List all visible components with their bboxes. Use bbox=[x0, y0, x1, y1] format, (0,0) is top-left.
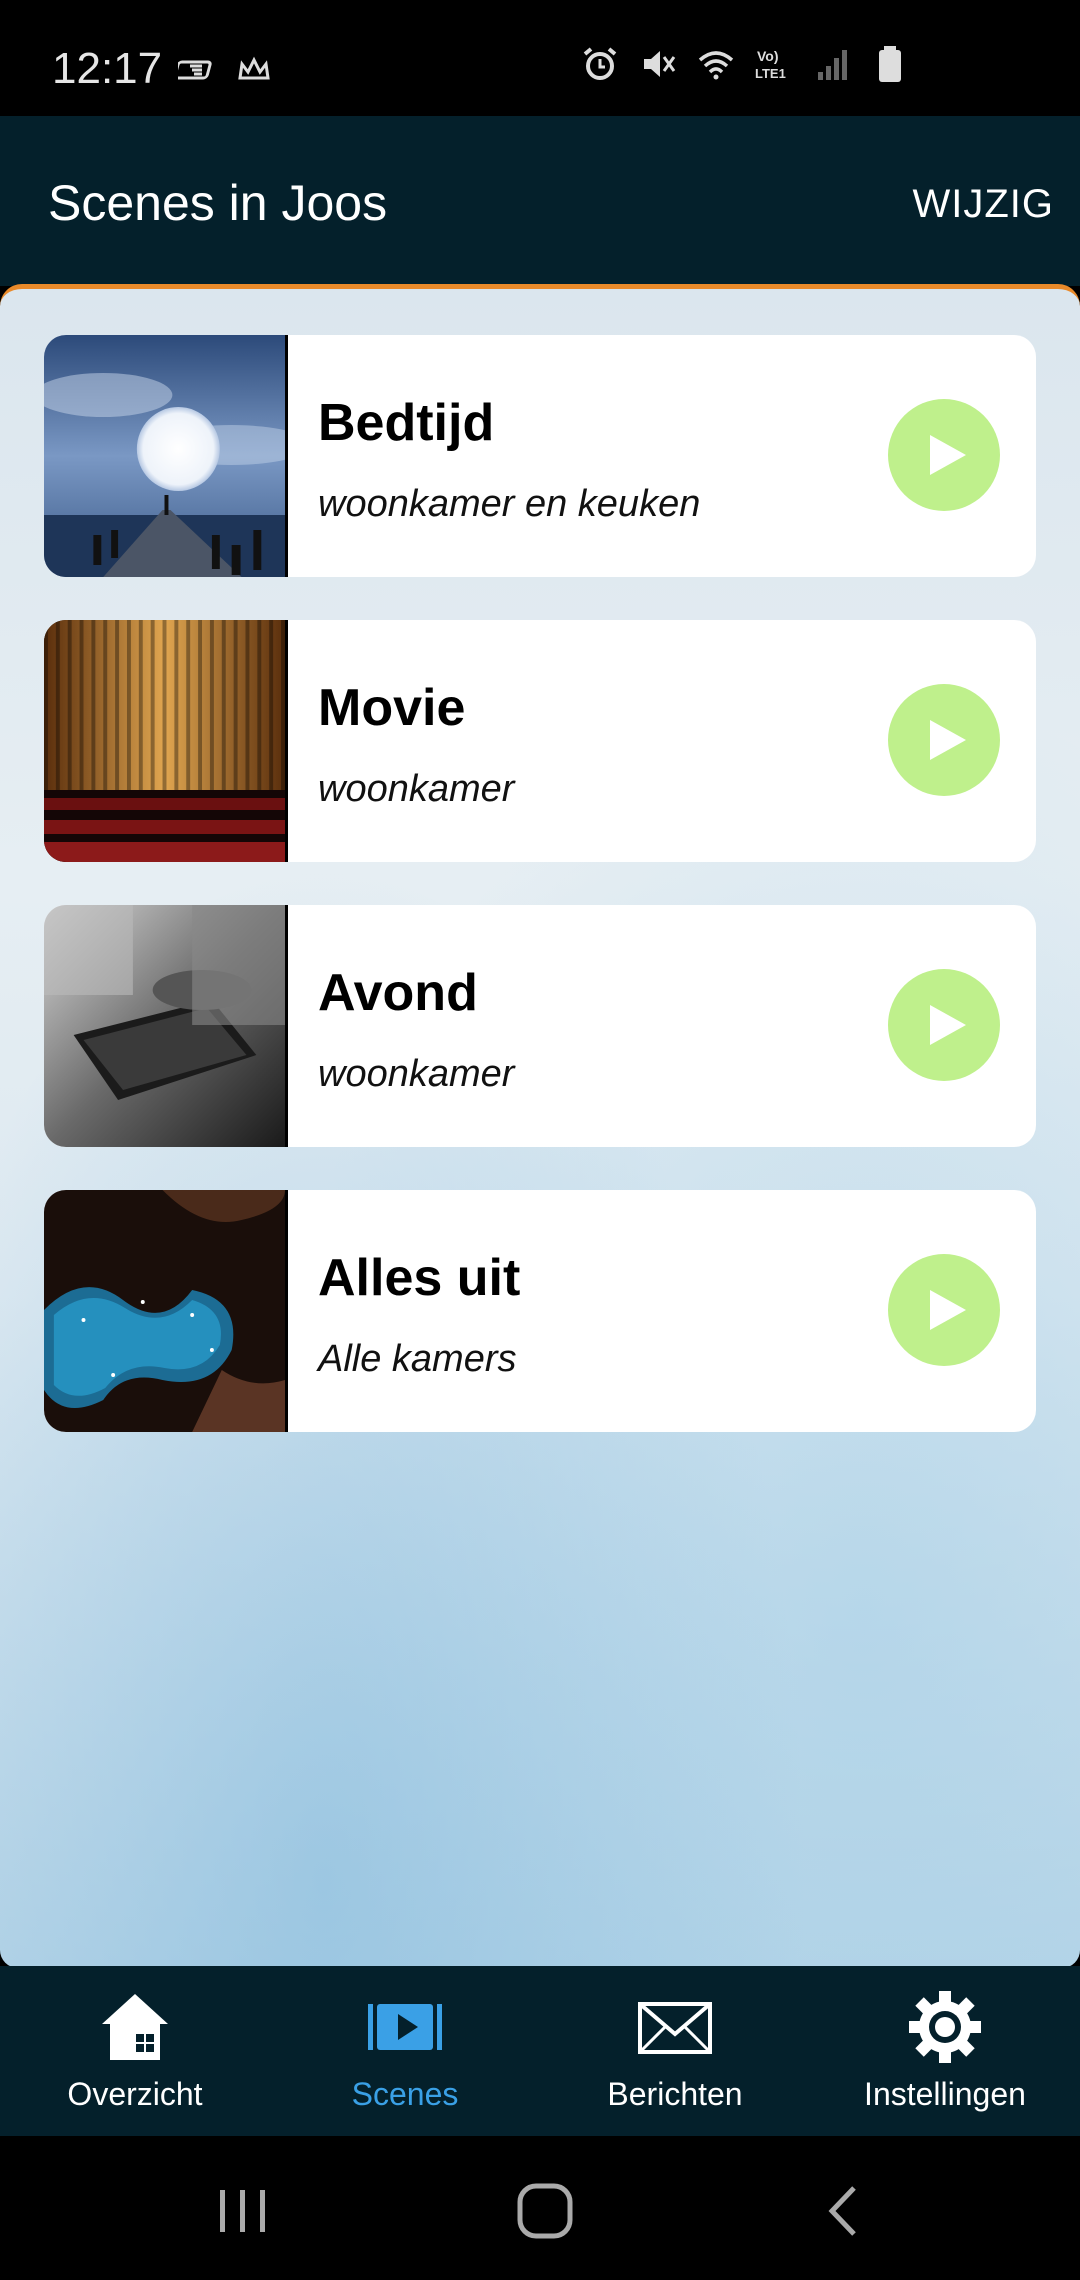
svg-text:LTE1: LTE1 bbox=[755, 66, 786, 81]
book-reading-image bbox=[44, 905, 288, 1147]
play-scene-button[interactable] bbox=[888, 684, 1000, 796]
recent-apps-icon[interactable] bbox=[208, 2176, 278, 2246]
scene-rooms: Alle kamers bbox=[318, 1338, 517, 1380]
scene-card-movie[interactable]: Movie woonkamer bbox=[44, 620, 1036, 862]
nav-scenes[interactable]: Scenes bbox=[270, 1966, 540, 2136]
home-icon bbox=[102, 1994, 168, 2060]
envelope-icon bbox=[638, 2002, 712, 2054]
svg-text:Vo): Vo) bbox=[757, 48, 779, 64]
bottom-navigation: Overzicht Scenes Berichten Instellingen bbox=[0, 1966, 1080, 2136]
scene-name: Alles uit bbox=[318, 1249, 521, 1307]
scene-name: Bedtijd bbox=[318, 394, 495, 452]
scene-rooms: woonkamer en keuken bbox=[318, 483, 701, 525]
volte-icon: Vo) LTE1 bbox=[755, 48, 786, 81]
scene-rooms: woonkamer bbox=[318, 768, 515, 810]
theater-curtain-image bbox=[44, 620, 288, 862]
battery-icon bbox=[879, 46, 901, 82]
crown-icon bbox=[238, 56, 270, 80]
nav-overzicht[interactable]: Overzicht bbox=[0, 1966, 270, 2136]
play-icon bbox=[930, 1005, 966, 1045]
status-time: 12:17 bbox=[52, 44, 163, 93]
nav-berichten[interactable]: Berichten bbox=[540, 1966, 810, 2136]
scenes-icon bbox=[368, 2004, 442, 2050]
play-icon bbox=[930, 435, 966, 475]
status-bar: 12:17 Vo) LTE1 bbox=[0, 0, 1080, 116]
play-scene-button[interactable] bbox=[888, 399, 1000, 511]
nav-label: Overzicht bbox=[67, 2076, 203, 2112]
play-scene-button[interactable] bbox=[888, 1254, 1000, 1366]
moon-pier-image bbox=[44, 335, 288, 577]
play-icon bbox=[930, 1290, 966, 1330]
app-header: Scenes in Joos WIJZIG bbox=[0, 116, 1080, 286]
mute-icon bbox=[644, 51, 676, 77]
nav-label: Scenes bbox=[351, 2076, 459, 2112]
app-notification-icon bbox=[178, 60, 212, 80]
home-button-icon[interactable] bbox=[510, 2176, 580, 2246]
wifi-icon bbox=[698, 51, 734, 80]
signal-icon bbox=[818, 50, 847, 80]
play-icon bbox=[930, 720, 966, 760]
play-scene-button[interactable] bbox=[888, 969, 1000, 1081]
scene-name: Movie bbox=[318, 679, 466, 737]
scene-card-bedtijd[interactable]: Bedtijd woonkamer en keuken bbox=[44, 335, 1036, 577]
scene-rooms: woonkamer bbox=[318, 1053, 515, 1095]
scene-name: Avond bbox=[318, 964, 478, 1022]
page-title: Scenes in Joos bbox=[48, 175, 388, 231]
alarm-icon bbox=[583, 47, 617, 80]
scene-card-alles-uit[interactable]: Alles uit Alle kamers bbox=[44, 1190, 1036, 1432]
starry-canyon-image bbox=[44, 1190, 288, 1432]
back-icon[interactable] bbox=[812, 2176, 882, 2246]
edit-button[interactable]: WIJZIG bbox=[912, 182, 1054, 227]
scene-card-avond[interactable]: Avond woonkamer bbox=[44, 905, 1036, 1147]
scenes-list: Bedtijd woonkamer en keuken Movie woonka… bbox=[0, 284, 1080, 1968]
nav-label: Berichten bbox=[607, 2076, 743, 2112]
system-navigation-bar bbox=[0, 2136, 1080, 2280]
nav-label: Instellingen bbox=[864, 2076, 1026, 2112]
nav-instellingen[interactable]: Instellingen bbox=[810, 1966, 1080, 2136]
gear-icon bbox=[909, 1991, 981, 2063]
